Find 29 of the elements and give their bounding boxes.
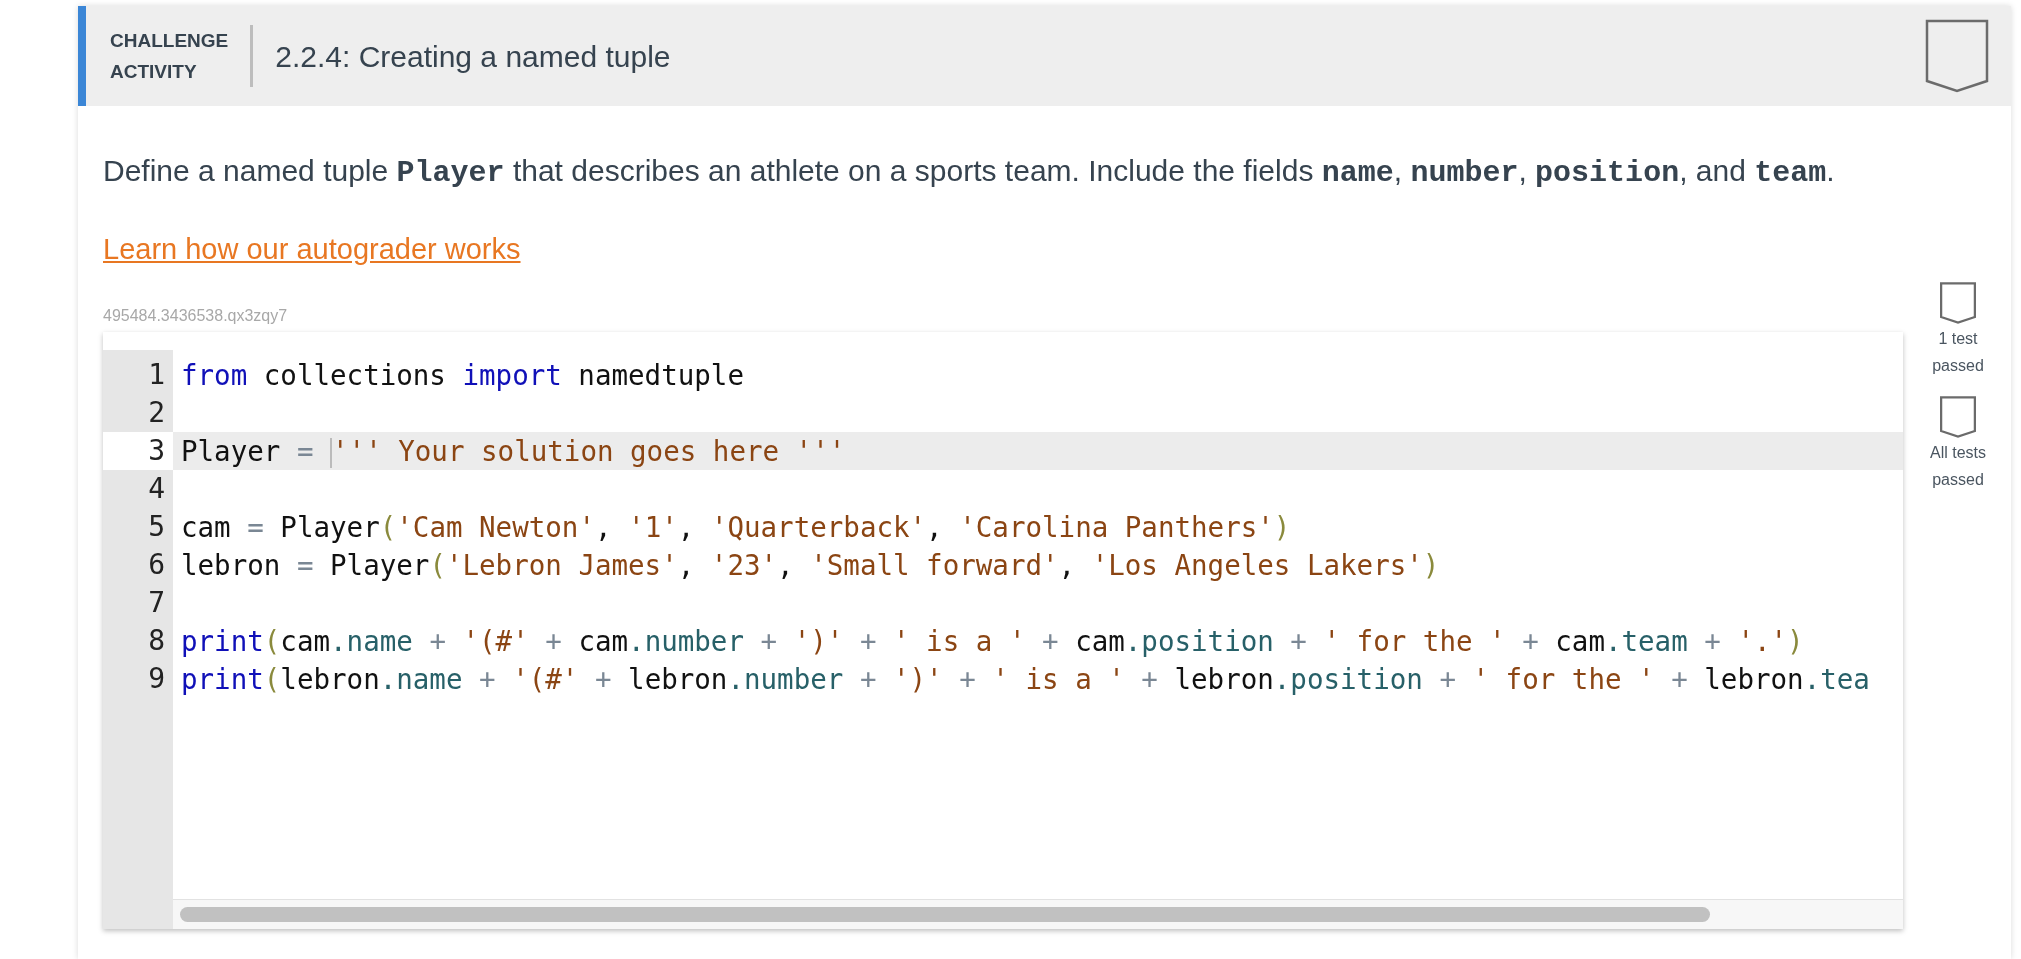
shield-badge-icon	[1940, 396, 1976, 438]
code-line: print(lebron.name + '(#' + lebron.number + ')' + ' is a ' + lebron.position + ' for the ' + lebron.tea	[180, 661, 1871, 697]
code-editor[interactable]	[103, 331, 1903, 929]
code-line: from collections import namedtuple	[180, 357, 745, 393]
line-number: 5	[147, 508, 166, 545]
line-number: 3	[103, 431, 173, 470]
autograder-link[interactable]: Learn how our autograder works	[103, 228, 521, 272]
line-number: 2	[147, 394, 166, 431]
line-number: 7	[147, 584, 166, 621]
line-number: 4	[147, 470, 166, 507]
test-status-label: 1 test	[1938, 329, 1978, 349]
activity-type-label: CHALLENGE	[110, 29, 229, 53]
shield-badge-icon	[1925, 19, 1989, 93]
code-line: lebron = Player('Lebron James', '23', 'Small forward', 'Los Angeles Lakers')	[180, 547, 1441, 583]
code-line: cam = Player('Cam Newton', '1', 'Quarterback', 'Carolina Panthers')	[180, 509, 1292, 545]
line-number: 9	[147, 660, 166, 697]
code-line: print(cam.name + '(#' + cam.number + ')' + ' is a ' + cam.position + ' for the ' + cam.team + '.')	[180, 623, 1805, 659]
shield-badge-icon	[1940, 282, 1976, 324]
activity-type-label: ACTIVITY	[110, 60, 198, 84]
line-number: 8	[147, 622, 166, 659]
line-number: 6	[147, 546, 166, 583]
test-status-label: All tests	[1930, 443, 1986, 463]
activity-title: 2.2.4: Creating a named tuple	[275, 38, 672, 75]
line-number: 1	[147, 356, 166, 393]
activity-id: 495484.3436538.qx3zqy7	[103, 305, 289, 326]
horizontal-scrollbar-thumb[interactable]	[180, 906, 1710, 922]
test-status-label: passed	[1932, 356, 1984, 376]
instructions-text: Define a named tuple Player that describes an athlete on a sports team. Include the fields name, number, position, and team.	[103, 153, 1836, 192]
test-status-label: passed	[1932, 470, 1984, 490]
